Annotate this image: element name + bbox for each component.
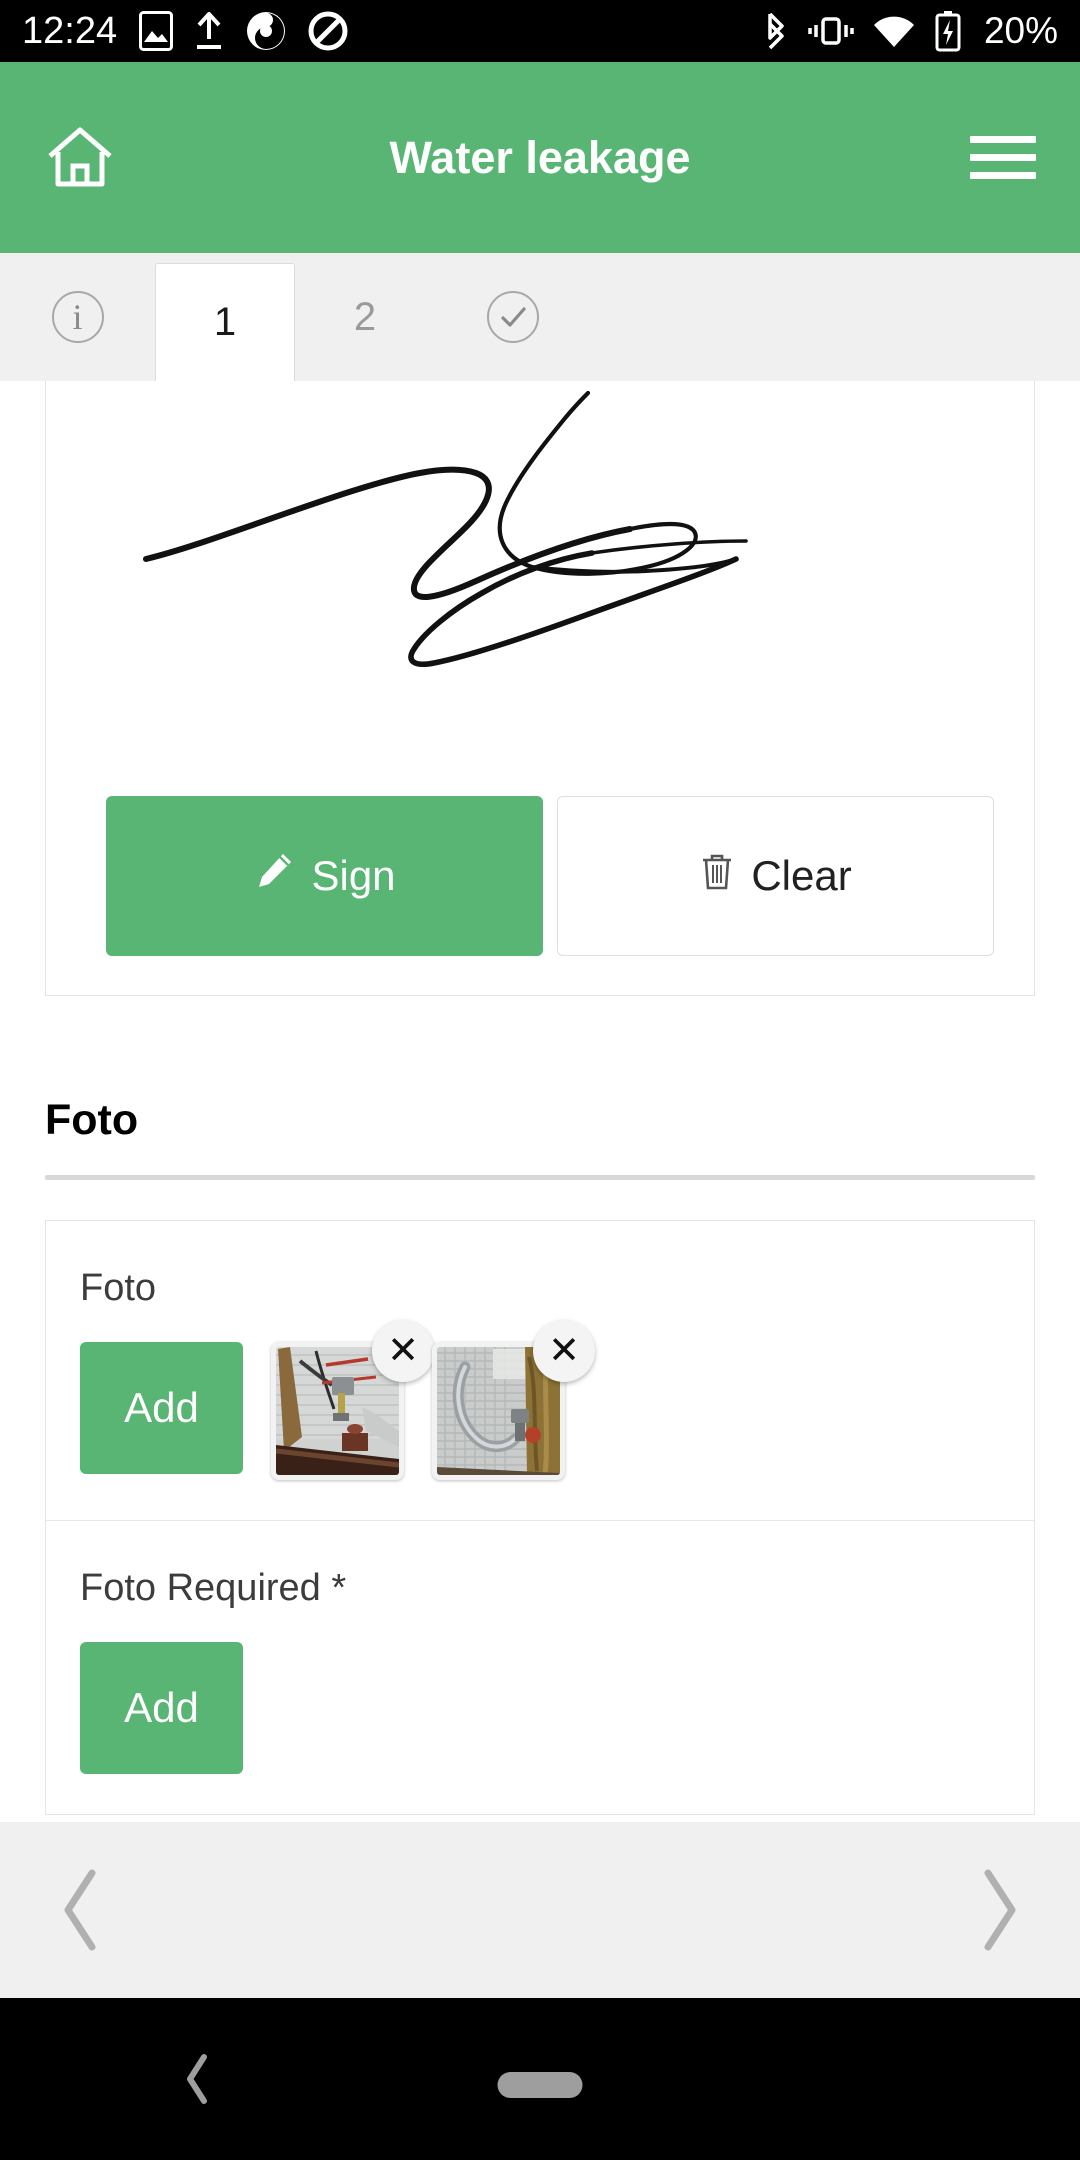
home-pill-indicator[interactable]	[497, 2072, 583, 2098]
photo-thumb-1[interactable]: ✕	[271, 1320, 434, 1480]
sign-button[interactable]: Sign	[106, 796, 543, 956]
info-circle-icon: i	[51, 291, 104, 343]
vibrate-icon	[808, 11, 854, 51]
app-bar: Water leakage	[0, 62, 1080, 253]
tab-page-2[interactable]: 2	[295, 253, 435, 381]
clear-button[interactable]: Clear	[557, 796, 994, 956]
android-system-nav	[0, 1998, 1080, 2160]
system-back-button[interactable]	[178, 1998, 218, 2160]
tab-page-1[interactable]: 1	[155, 263, 295, 381]
bluetooth-icon	[762, 10, 790, 52]
status-bar-system-icons: 20%	[762, 10, 1058, 52]
add-photo-button[interactable]: Add	[80, 1342, 243, 1474]
app-icon-teal	[245, 10, 287, 52]
pencil-icon	[253, 850, 295, 902]
form-pager	[0, 1822, 1080, 1998]
clear-button-label: Clear	[751, 852, 852, 899]
photo-row-label: Foto	[80, 1267, 157, 1309]
status-bar: 12:24 20%	[0, 0, 1080, 62]
trash-icon	[699, 851, 735, 901]
photo-thumb-2[interactable]: ✕	[432, 1320, 595, 1480]
check-circle-icon	[486, 291, 539, 343]
form-scroll-area[interactable]: Sign Clear Foto Foto Add ✕ ✕ Foto Requir…	[0, 381, 1080, 1822]
app-icon-no-symbol	[307, 10, 349, 52]
photo-card: Foto Add ✕ ✕ Foto Required * Add	[45, 1220, 1035, 1815]
photo-row-label: Foto Required *	[80, 1567, 347, 1609]
foto-section-header: Foto	[45, 1096, 1035, 1180]
tab-info[interactable]: i	[0, 253, 155, 381]
photo-row-foto-required: Foto Required * Add	[46, 1521, 1034, 1814]
previous-page-button[interactable]	[46, 1865, 116, 1955]
remove-photo-button[interactable]: ✕	[533, 1320, 595, 1382]
add-photo-button[interactable]: Add	[80, 1642, 243, 1774]
chevron-left-icon	[64, 1869, 96, 1951]
remove-photo-button[interactable]: ✕	[372, 1320, 434, 1382]
photo-thumbnail-list: Add	[80, 1642, 1000, 1774]
phone-screen: 12:24 20% Water leakage i 1 2 Sign Clear…	[0, 0, 1080, 2160]
status-bar-clock: 12:24	[22, 10, 118, 52]
hamburger-menu-icon[interactable]	[970, 123, 1040, 193]
chevron-right-icon	[984, 1869, 1016, 1951]
photo-row-foto: Foto Add ✕ ✕	[46, 1221, 1034, 1521]
page-title: Water leakage	[389, 131, 691, 183]
home-button[interactable]	[40, 118, 120, 198]
wifi-icon	[872, 13, 916, 49]
form-page-tabs: i 1 2	[0, 253, 1080, 381]
battery-charging-icon	[934, 10, 962, 52]
home-icon	[48, 127, 112, 186]
section-divider	[45, 1175, 1035, 1180]
signature-card: Sign Clear	[45, 381, 1035, 996]
sign-button-label: Sign	[311, 852, 396, 899]
status-bar-notification-icons	[139, 10, 349, 52]
upload-icon	[193, 11, 225, 51]
section-title: Foto	[45, 1096, 139, 1144]
signature-canvas[interactable]	[46, 381, 1034, 801]
next-page-button[interactable]	[964, 1865, 1034, 1955]
back-chevron-icon	[187, 2054, 207, 2104]
battery-percentage: 20%	[983, 10, 1058, 51]
image-icon	[139, 11, 174, 51]
signature-drawing	[143, 390, 748, 667]
signature-actions: Sign Clear	[106, 796, 994, 956]
photo-thumbnail-list: Add	[80, 1320, 1000, 1480]
tab-complete[interactable]	[435, 253, 590, 381]
